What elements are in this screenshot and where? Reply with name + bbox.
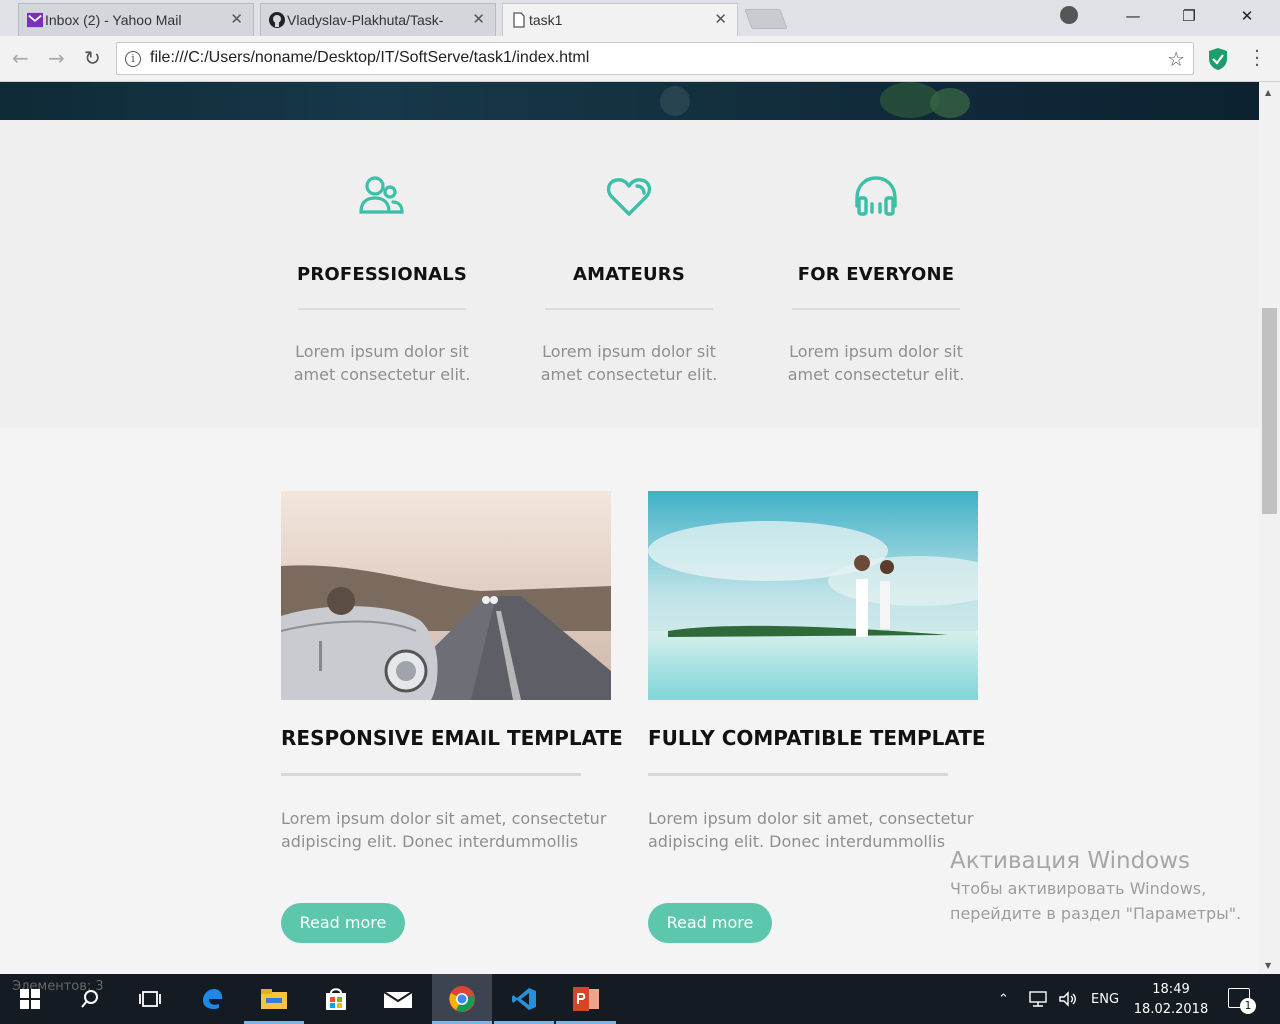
show-hidden-icons-chevron-icon[interactable]: ⌃ — [998, 974, 1009, 1024]
vintage-car-photo — [281, 491, 611, 700]
file-explorer-icon[interactable] — [244, 974, 304, 1024]
headphones-icon — [851, 172, 901, 222]
watermark-line: перейдите в раздел "Параметры". — [950, 904, 1242, 923]
browser-menu-icon[interactable]: · · · — [1250, 43, 1264, 75]
tab-task1[interactable]: task1 ✕ — [502, 3, 738, 36]
card-text: Lorem ipsum dolor sit amet, consectetur … — [648, 809, 974, 851]
heart-icon — [604, 172, 654, 222]
scrollbar-thumb[interactable] — [1262, 308, 1277, 514]
github-icon — [269, 12, 285, 28]
scroll-up-arrow-icon[interactable]: ▲ — [1265, 88, 1271, 97]
divider — [281, 773, 581, 776]
windows-taskbar: Элементов: 3 ⌃ ENG 18:49 18.02.2018 1 — [0, 974, 1280, 1024]
card-title: FULLY COMPATIBLE TEMPLATE — [648, 726, 986, 750]
clock-date: 18.02.2018 — [1133, 1002, 1209, 1017]
close-tab-icon[interactable]: ✕ — [714, 10, 727, 28]
mail-icon[interactable] — [368, 974, 428, 1024]
tab-title: task1 — [529, 12, 563, 28]
read-more-button[interactable]: Read more — [648, 903, 772, 943]
volume-icon[interactable] — [1058, 974, 1078, 1024]
feature-text: Lorem ipsum dolor sit amet consectetur e… — [540, 342, 718, 384]
address-bar[interactable]: i file:///C:/Users/noname/Desktop/IT/Sof… — [116, 42, 1194, 75]
bookmark-star-icon[interactable]: ☆ — [1167, 47, 1185, 71]
document-icon — [511, 12, 527, 28]
profile-icon[interactable] — [1060, 6, 1078, 24]
vscode-icon[interactable] — [494, 974, 554, 1024]
chrome-icon[interactable] — [432, 974, 492, 1024]
windows-activation-watermark: Активация Windows Чтобы активировать Win… — [950, 848, 1241, 926]
edge-icon[interactable] — [182, 974, 242, 1024]
feature-text: Lorem ipsum dolor sit amet consectetur e… — [787, 342, 965, 384]
features-section: PROFESSIONALS Lorem ipsum dolor sit amet… — [0, 120, 1259, 428]
divider — [792, 308, 960, 310]
card-title: RESPONSIVE EMAIL TEMPLATE — [281, 726, 623, 750]
forward-arrow-icon[interactable]: → — [48, 46, 65, 70]
read-more-button[interactable]: Read more — [281, 903, 405, 943]
divider — [298, 308, 466, 310]
divider — [648, 773, 948, 776]
web-page: PROFESSIONALS Lorem ipsum dolor sit amet… — [0, 82, 1259, 974]
tab-strip: Inbox (2) - Yahoo Mail ✕ Vladyslav-Plakh… — [0, 0, 1280, 36]
restore-icon[interactable]: ❐ — [1166, 0, 1212, 32]
back-arrow-icon[interactable]: ← — [12, 46, 29, 70]
card-text: Lorem ipsum dolor sit amet, consectetur … — [281, 809, 607, 851]
store-icon[interactable] — [306, 974, 366, 1024]
tab-title: Inbox (2) - Yahoo Mail — [45, 12, 182, 28]
page-scrollbar[interactable]: ▲ ▼ — [1259, 82, 1280, 974]
close-tab-icon[interactable]: ✕ — [472, 10, 485, 28]
divider — [545, 308, 713, 310]
windows-start-icon[interactable] — [0, 974, 60, 1024]
new-tab-button[interactable] — [744, 9, 788, 29]
system-clock[interactable]: 18:49 18.02.2018 — [1128, 980, 1214, 1020]
notification-count-badge: 1 — [1240, 998, 1256, 1014]
network-icon[interactable] — [1028, 974, 1048, 1024]
feature-title: FOR EVERYONE — [797, 264, 955, 285]
shield-extension-icon[interactable] — [1207, 47, 1229, 71]
scroll-down-arrow-icon[interactable]: ▼ — [1265, 961, 1271, 970]
search-icon[interactable] — [60, 974, 120, 1024]
minimize-icon[interactable]: — — [1110, 0, 1156, 32]
users-icon — [357, 172, 407, 222]
hero-image — [0, 82, 1259, 120]
tab-title: Vladyslav-Plakhuta/Task- — [287, 12, 444, 28]
beach-couple-photo — [648, 491, 978, 700]
task-view-icon[interactable] — [120, 974, 180, 1024]
close-tab-icon[interactable]: ✕ — [230, 10, 243, 28]
url-text[interactable]: file:///C:/Users/noname/Desktop/IT/SoftS… — [150, 49, 589, 67]
clock-time: 18:49 — [1152, 982, 1190, 997]
feature-title: PROFESSIONALS — [296, 264, 468, 285]
tab-yahoo-mail[interactable]: Inbox (2) - Yahoo Mail ✕ — [18, 3, 254, 36]
info-icon[interactable]: i — [125, 51, 141, 67]
action-center-icon[interactable]: 1 — [1228, 988, 1256, 1014]
yahoo-mail-icon — [27, 12, 43, 28]
powerpoint-icon[interactable] — [556, 974, 616, 1024]
reload-icon[interactable]: ↻ — [84, 46, 101, 70]
watermark-heading: Активация Windows — [950, 848, 1191, 874]
feature-text: Lorem ipsum dolor sit amet consectetur e… — [293, 342, 471, 384]
language-indicator[interactable]: ENG — [1091, 974, 1119, 1024]
close-window-icon[interactable]: ✕ — [1224, 0, 1270, 32]
tab-github[interactable]: Vladyslav-Plakhuta/Task- ✕ — [260, 3, 496, 36]
feature-title: AMATEURS — [573, 264, 685, 285]
watermark-line: Чтобы активировать Windows, — [950, 879, 1207, 898]
